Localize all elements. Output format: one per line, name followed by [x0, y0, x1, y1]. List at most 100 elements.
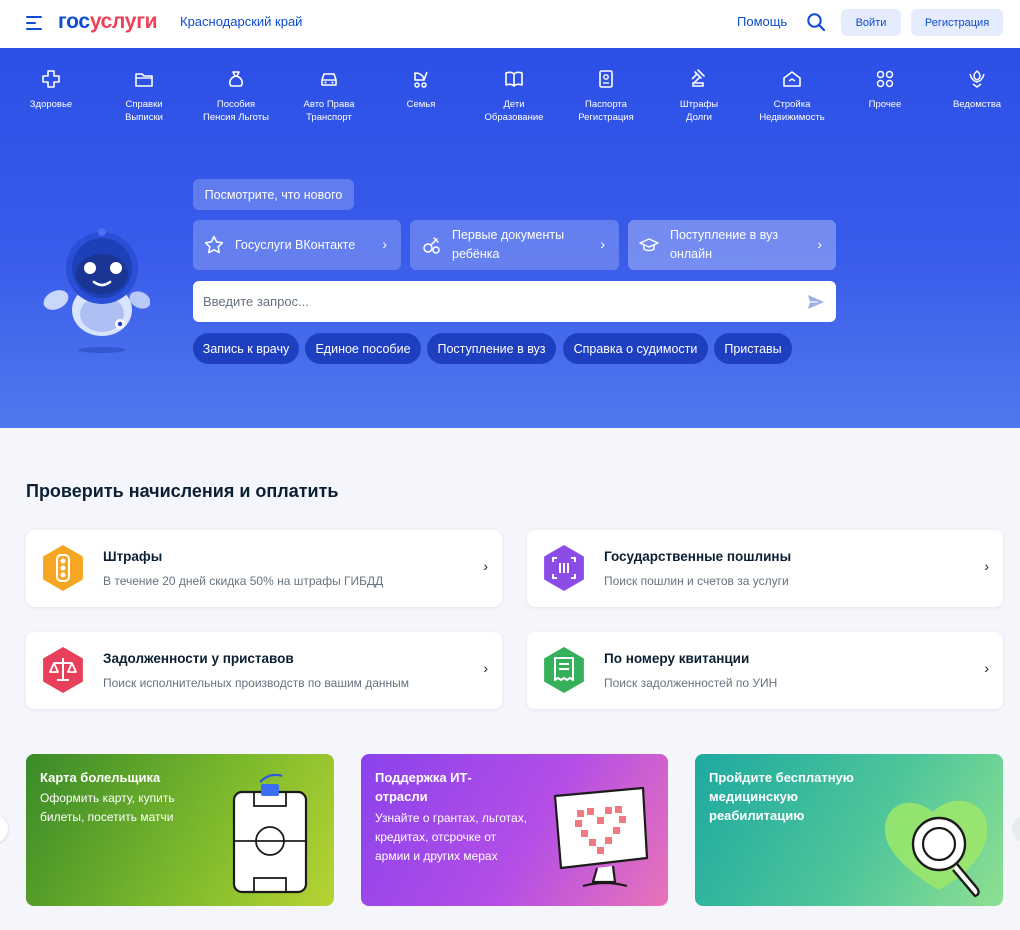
- category-realty[interactable]: Стройка Недвижимость: [746, 68, 838, 124]
- banner-subtitle: билеты, посетить матчи: [40, 810, 174, 824]
- pacifier-icon: [423, 237, 440, 254]
- football-field-card-illustration: [232, 774, 308, 894]
- card-subtitle: Поиск задолженностей по УИН: [604, 676, 778, 690]
- category-label: Здоровье: [29, 99, 73, 110]
- banner-title-line1: Поддержка ИТ-: [375, 770, 472, 785]
- house-icon: [783, 71, 801, 87]
- category-label: Семья: [406, 99, 436, 110]
- promo-text: Поступление в вуз онлайн: [670, 228, 779, 261]
- category-label: Стройка: [773, 99, 811, 110]
- banner-title-line2: медицинскую: [709, 789, 798, 804]
- carousel-prev-button[interactable]: [0, 815, 8, 843]
- payment-card-receipt[interactable]: По номеру квитанции Поиск задолженностей…: [527, 632, 1003, 709]
- category-passport[interactable]: Паспорта Регистрация: [560, 68, 652, 124]
- register-button[interactable]: Регистрация: [911, 9, 1003, 36]
- menu-burger-icon[interactable]: [26, 16, 44, 30]
- card-title: Задолженности у приставов: [103, 651, 294, 666]
- category-fines[interactable]: Штрафы Долги: [653, 68, 745, 124]
- gosuslugi-logo[interactable]: госуслуги: [58, 10, 158, 34]
- section-title: Проверить начисления и оплатить: [26, 481, 339, 501]
- stroller-icon: [414, 71, 428, 88]
- payment-card-duties[interactable]: Государственные пошлины Поиск пошлин и с…: [527, 530, 1003, 607]
- category-label-line2: Выписки: [125, 112, 163, 123]
- quick-chip[interactable]: Приставы: [714, 333, 792, 364]
- card-subtitle: Поиск исполнительных производств по ваши…: [103, 676, 410, 690]
- passport-icon: [599, 70, 613, 88]
- emblem-icon: [969, 70, 985, 88]
- carousel-next-button[interactable]: [1012, 815, 1020, 843]
- login-button[interactable]: Войти: [841, 9, 901, 36]
- chevron-right-icon: ›: [817, 236, 822, 252]
- category-label-line2: Пенсия Льготы: [203, 112, 269, 123]
- promo-university[interactable]: Поступление в вуз онлайн ›: [628, 220, 836, 270]
- category-family[interactable]: Семья: [375, 68, 467, 111]
- category-health[interactable]: Здоровье: [5, 68, 97, 111]
- scales-icon: [43, 647, 83, 693]
- quick-chip[interactable]: Справка о судимости: [563, 333, 708, 364]
- folder-icon: [135, 73, 153, 87]
- robot-mascot-illustration: [43, 228, 150, 353]
- category-label: Дети: [503, 99, 525, 110]
- money-bag-icon: [229, 71, 243, 87]
- card-subtitle: В течение 20 дней скидка 50% на штрафы Г…: [103, 574, 384, 588]
- category-label-line2: Транспорт: [306, 112, 352, 123]
- payment-card-bailiffs[interactable]: Задолженности у приставов Поиск исполнит…: [26, 632, 502, 709]
- quick-chip[interactable]: Запись к врачу: [193, 333, 299, 364]
- region-selector[interactable]: Краснодарский край: [180, 14, 302, 29]
- banner-title: Поддержка ИТ-отрасли: [375, 768, 472, 806]
- barcode-scan-icon: [544, 545, 584, 591]
- banner-fan-card[interactable]: Карта болельщика Оформить карту, купить …: [26, 754, 334, 906]
- category-label: Прочее: [868, 99, 902, 110]
- grid-icon: [876, 70, 894, 88]
- chevron-right-icon: ›: [483, 660, 488, 676]
- chevron-right-icon: ›: [600, 236, 605, 252]
- banner-rehabilitation[interactable]: Пройдите бесплатную медицинскую реабилитац…: [695, 754, 1003, 906]
- promo-text: Первые документы ребёнка: [452, 228, 565, 261]
- monitor-heart-illustration: [553, 786, 649, 888]
- promo-text: Госуслуги ВКонтакте: [235, 237, 356, 252]
- help-link[interactable]: Помощь: [737, 14, 787, 29]
- category-label-line2: Долги: [686, 112, 712, 123]
- category-documents[interactable]: Справки Выписки: [98, 68, 190, 124]
- banner-subtitle: Оформить карту, купить: [40, 791, 175, 805]
- category-label-line2: Регистрация: [578, 112, 634, 123]
- whats-new-button[interactable]: Посмотрите, что нового: [193, 179, 354, 210]
- category-agencies[interactable]: Ведомства: [931, 68, 1020, 111]
- banner-title-line2: отрасли: [375, 789, 428, 804]
- chevron-right-icon: ›: [382, 236, 387, 252]
- category-auto[interactable]: Авто Права Транспорт: [283, 68, 375, 124]
- category-label-line2: Образование: [484, 112, 544, 123]
- category-label: Паспорта: [585, 99, 627, 110]
- promo-child-documents[interactable]: Первые документы ребёнка ›: [410, 220, 619, 270]
- car-icon: [321, 73, 337, 86]
- category-label: Пособия: [216, 99, 256, 110]
- logo-text-part1: гос: [58, 10, 90, 33]
- traffic-light-icon: [43, 545, 83, 591]
- top-header: госуслуги Краснодарский край Помощь Войт…: [0, 0, 1020, 48]
- banner-subtitle: Узнайте о грантах, льготах,: [375, 811, 528, 825]
- banner-title: Пройдите бесплатную медицинскую реабилитац…: [709, 768, 854, 825]
- send-arrow-icon[interactable]: [806, 292, 826, 312]
- banner-title-line1: Пройдите бесплатную: [709, 770, 854, 785]
- banner-it-support[interactable]: Поддержка ИТ-отрасли Узнайте о грантах, …: [361, 754, 668, 906]
- graduation-cap-icon: [639, 238, 659, 252]
- category-benefits[interactable]: Пособия Пенсия Льготы: [190, 68, 282, 124]
- payment-card-fines[interactable]: Штрафы В течение 20 дней скидка 50% на ш…: [26, 530, 502, 607]
- category-children[interactable]: Дети Образование: [468, 68, 560, 124]
- gavel-icon: [691, 69, 705, 87]
- quick-chip[interactable]: Единое пособие: [305, 333, 421, 364]
- star-icon: [204, 235, 224, 254]
- promo-vk[interactable]: Госуслуги ВКонтакте ›: [193, 220, 401, 270]
- card-subtitle: Поиск пошлин и счетов за услуги: [604, 574, 789, 588]
- category-other[interactable]: Прочее: [839, 68, 931, 111]
- search-input[interactable]: [203, 281, 783, 322]
- category-label: Ведомства: [952, 99, 1002, 110]
- receipt-icon: [544, 647, 584, 693]
- search-icon[interactable]: [806, 12, 826, 32]
- card-title: Государственные пошлины: [604, 549, 792, 564]
- quick-chip[interactable]: Поступление в вуз: [427, 333, 556, 364]
- category-label: Авто Права: [303, 99, 355, 110]
- chevron-right-icon: ›: [483, 558, 488, 574]
- health-cross-icon: [42, 70, 60, 88]
- chevron-right-icon: ›: [984, 660, 989, 676]
